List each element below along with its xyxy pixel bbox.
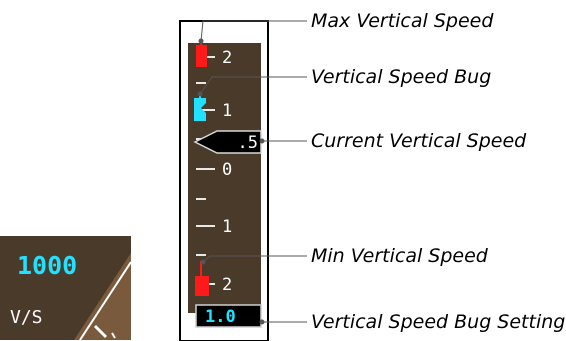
callout-current-vs: Current Vertical Speed — [311, 130, 527, 152]
vs-inset: 1000 V/S — [0, 236, 132, 341]
current-vs-value: .5 — [238, 133, 258, 153]
callout-vs-bug: Vertical Speed Bug — [311, 66, 491, 88]
leader-dot — [200, 259, 206, 265]
callout-min-vs: Min Vertical Speed — [311, 245, 489, 267]
vs-tape: 2 1 0 1 2 .5 1.0 — [188, 39, 262, 328]
scale-label-down1: 1 — [222, 217, 232, 237]
callout-bug-setting: Vertical Speed Bug Setting — [311, 311, 565, 333]
leader-dot — [259, 138, 265, 144]
callout-max-vs: Max Vertical Speed — [311, 10, 494, 32]
diagram-canvas: 1000 V/S 2 1 0 1 2 .5 1.0 Max Vertical S… — [0, 10, 565, 341]
inset-selected-value: 1000 — [17, 251, 77, 280]
max-vs-marker — [196, 45, 207, 67]
vs-bug-setting-value: 1.0 — [205, 307, 236, 327]
leader-dot — [197, 91, 203, 97]
leader-dot — [198, 38, 204, 44]
min-vs-marker — [195, 276, 209, 296]
inset-mode-label: V/S — [10, 307, 43, 328]
scale-label-zero: 0 — [222, 160, 232, 180]
scale-label-min: 2 — [222, 275, 232, 295]
scale-label-up1: 1 — [222, 101, 232, 121]
scale-label-max: 2 — [222, 48, 232, 68]
leader-dot — [259, 319, 265, 325]
